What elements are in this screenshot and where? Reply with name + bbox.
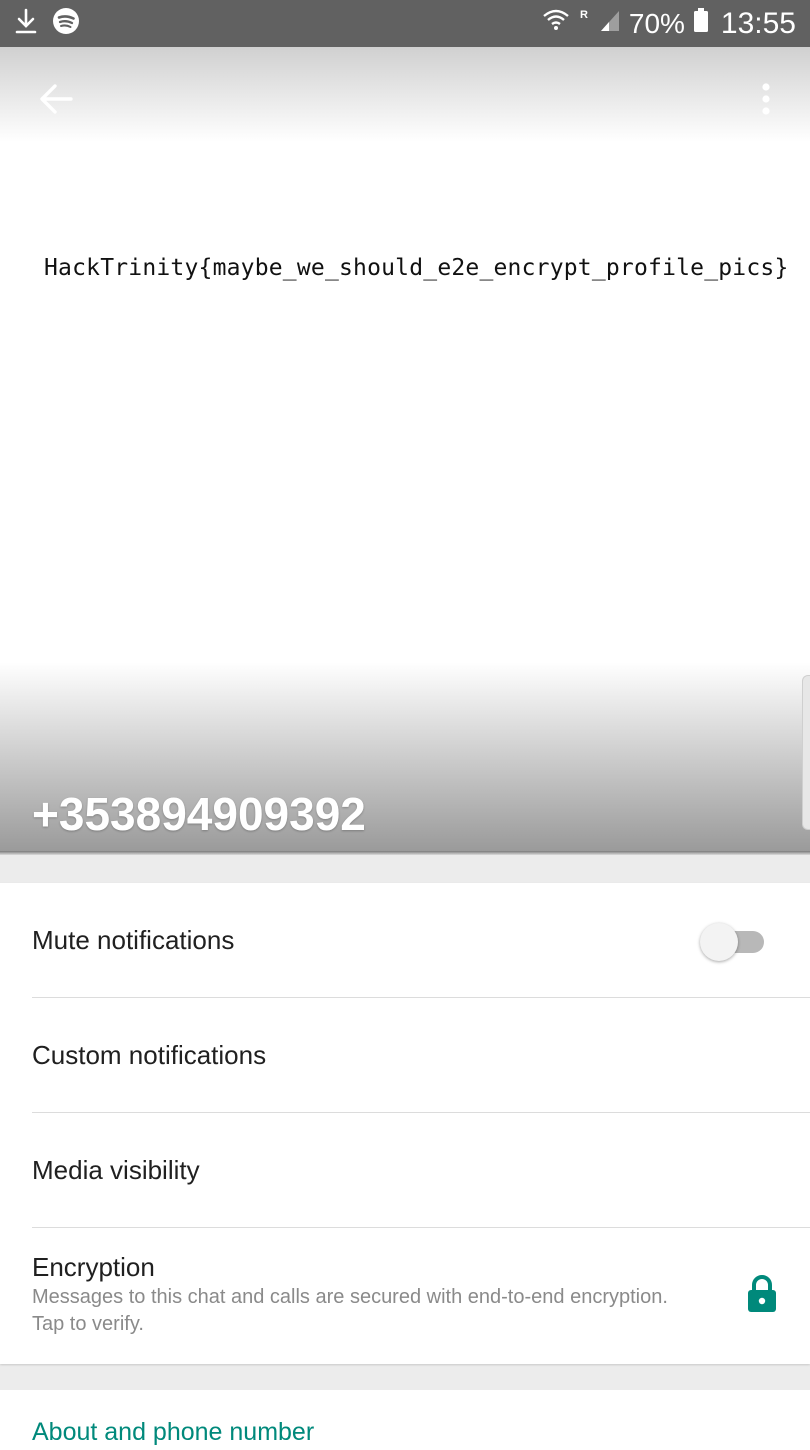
roaming-icon: R: [579, 7, 591, 40]
about-and-phone-label[interactable]: About and phone number: [32, 1418, 314, 1447]
mute-toggle[interactable]: [700, 923, 766, 961]
back-arrow-icon: [38, 83, 74, 120]
custom-notifications-row[interactable]: Custom notifications: [0, 998, 810, 1112]
battery-icon: [693, 7, 709, 40]
media-visibility-row[interactable]: Media visibility: [0, 1113, 810, 1227]
lock-icon: [746, 1274, 778, 1314]
encryption-row[interactable]: Encryption Messages to this chat and cal…: [0, 1228, 810, 1364]
header-shadow: [0, 851, 810, 855]
profile-header: HackTrinity{maybe_we_should_e2e_encrypt_…: [0, 47, 810, 852]
status-bar: R 70% 13:55: [0, 0, 810, 47]
profile-picture[interactable]: HackTrinity{maybe_we_should_e2e_encrypt_…: [44, 255, 789, 281]
encryption-label: Encryption: [32, 1252, 155, 1282]
mute-notifications-label: Mute notifications: [32, 925, 235, 955]
more-vert-icon: [760, 81, 772, 122]
wifi-icon: [541, 7, 571, 40]
encryption-subtitle: Messages to this chat and calls are secu…: [32, 1286, 668, 1335]
back-button[interactable]: [32, 77, 80, 125]
edge-panel-handle[interactable]: [802, 675, 810, 830]
contact-name: +353894909392: [32, 788, 366, 840]
battery-percent: 70%: [628, 7, 685, 39]
signal-icon: [599, 7, 621, 40]
about-card[interactable]: About and phone number: [0, 1390, 810, 1450]
media-visibility-label: Media visibility: [32, 1155, 200, 1185]
toggle-thumb: [700, 923, 738, 961]
clock: 13:55: [720, 6, 796, 40]
custom-notifications-label: Custom notifications: [32, 1040, 267, 1070]
status-left-icons: [14, 7, 80, 40]
settings-card: Mute notifications Custom notifications …: [0, 883, 810, 1364]
spotify-icon: [52, 7, 80, 40]
svg-text:R: R: [580, 9, 588, 21]
status-right-group: R 70% 13:55: [541, 7, 796, 41]
mute-notifications-row[interactable]: Mute notifications: [0, 883, 810, 997]
download-icon: [14, 7, 38, 40]
top-gradient: [0, 47, 810, 142]
more-options-button[interactable]: [742, 77, 790, 125]
